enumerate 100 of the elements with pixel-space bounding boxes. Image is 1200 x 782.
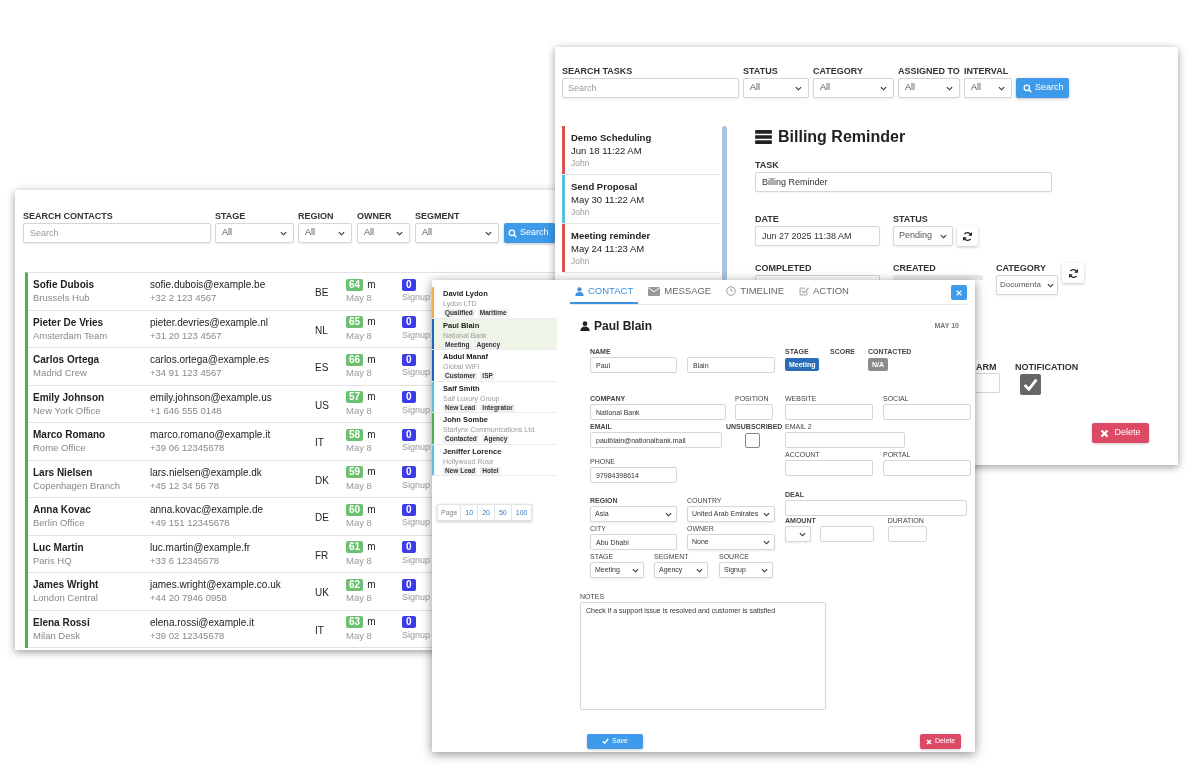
task-item[interactable]: Send Proposal May 30 11:22 AM John <box>562 175 720 224</box>
dropdown[interactable]: All <box>415 223 499 243</box>
tab[interactable]: ACTION <box>794 280 854 304</box>
count-badge: 0 <box>402 316 416 329</box>
contact-name: Lars Nielsen <box>33 465 94 479</box>
dropdown[interactable]: All <box>964 78 1012 98</box>
score-badge: 61 <box>346 541 364 554</box>
chevron-icon <box>940 233 947 239</box>
checkbox[interactable] <box>745 433 760 448</box>
chevron-icon <box>338 230 345 236</box>
dropdown[interactable]: All <box>298 223 352 243</box>
dropdown[interactable]: All <box>813 78 894 98</box>
input-field[interactable] <box>887 526 927 542</box>
tab[interactable]: TIMELINE <box>721 280 790 304</box>
region-code: ES <box>315 362 329 373</box>
input-field[interactable] <box>883 460 971 476</box>
score-unit: m <box>367 616 376 629</box>
delete-button[interactable]: Delete <box>1092 423 1149 443</box>
contact-date: May 8 <box>346 291 373 305</box>
input-field[interactable] <box>883 404 971 420</box>
task-date: May 24 11:23 AM <box>571 242 646 255</box>
input-field[interactable] <box>785 432 905 448</box>
refresh-button[interactable] <box>957 226 978 246</box>
contact-source: Signup <box>402 291 431 305</box>
contact-office: New York Office <box>33 403 102 417</box>
score-unit: m <box>367 503 376 516</box>
field-label: ARM <box>976 362 998 372</box>
contact-office: Copenhagen Branch <box>33 478 122 492</box>
task-assignee: John <box>571 255 591 268</box>
score-badge: 66 <box>346 353 364 366</box>
dropdown[interactable]: All <box>215 223 294 243</box>
contact-email: carlos.ortega@example.es <box>150 353 271 367</box>
field-label: OWNER <box>357 211 393 221</box>
contact-phone: +32 2 123 4567 <box>150 291 218 305</box>
input-field[interactable] <box>819 526 874 542</box>
tab[interactable]: MESSAGE <box>643 280 717 304</box>
input-field[interactable] <box>785 500 967 516</box>
field-label: COMPLETED <box>755 263 813 273</box>
contact-office: Paris HQ <box>33 553 73 567</box>
checkbox[interactable] <box>1020 374 1041 395</box>
refresh-icon <box>962 230 973 242</box>
score-badge: 62 <box>346 578 364 591</box>
dropdown[interactable]: All <box>743 78 809 98</box>
tab[interactable]: CONTACT <box>570 280 639 304</box>
chevron-icon <box>763 539 770 545</box>
contact-email: lars.nielsen@example.dk <box>150 465 263 479</box>
envelope-icon <box>648 286 661 296</box>
field-label: ASSIGNED TO <box>898 66 960 76</box>
scrollbar[interactable] <box>722 126 727 280</box>
contact-source: Signup <box>402 328 431 342</box>
score-unit: m <box>367 466 376 479</box>
contact-name: Luc Martin <box>33 540 85 554</box>
score-unit: m <box>367 391 376 404</box>
contact-office: Brussels Hub <box>33 291 91 305</box>
contact-phone: +31 20 123 4567 <box>150 328 223 342</box>
close-button[interactable] <box>951 285 967 300</box>
refresh-button[interactable] <box>1062 263 1084 283</box>
search-field[interactable]: Search <box>562 78 739 98</box>
dropdown[interactable]: Documenta <box>996 275 1058 295</box>
contact-email: emily.johnson@example.us <box>150 390 273 404</box>
region-code: DK <box>315 474 329 486</box>
input-field[interactable] <box>735 404 773 420</box>
task-item[interactable]: Demo Scheduling Jun 18 11:22 AM John <box>562 126 720 175</box>
score-badge: 64 <box>346 278 364 291</box>
task-item[interactable]: Meeting reminder May 24 11:23 AM John <box>562 224 720 273</box>
dropdown[interactable] <box>785 526 811 542</box>
contact-date: May 8 <box>346 553 373 567</box>
input-field[interactable] <box>976 373 1000 393</box>
contact-office: Milan Desk <box>33 628 81 642</box>
contact-date: May 8 <box>346 328 373 342</box>
contact-phone: +39 06 12345678 <box>150 441 226 455</box>
check-icon <box>1023 378 1038 391</box>
chevron-icon <box>998 85 1005 91</box>
dropdown[interactable]: All <box>898 78 960 98</box>
contact-source: Signup <box>402 516 431 530</box>
search-icon <box>1023 83 1032 93</box>
contact-phone: +33 6 12345678 <box>150 553 220 567</box>
check-icon <box>602 738 609 745</box>
input-field[interactable]: Jun 27 2025 11:38 AM <box>755 226 880 246</box>
input-field[interactable] <box>785 404 873 420</box>
contact-heading: Paul Blain <box>594 318 652 335</box>
contact-email: sofie.dubois@example.be <box>150 278 267 292</box>
list-icon <box>755 130 772 144</box>
field-label: STATUS <box>893 214 929 224</box>
search-field[interactable]: Search <box>23 223 211 243</box>
task-title: Demo Scheduling <box>571 131 652 144</box>
field-label: STATUS <box>743 66 779 76</box>
score-unit: m <box>367 578 376 591</box>
contact-date: May 8 <box>346 366 373 380</box>
contact-name: Sofie Dubois <box>33 278 96 292</box>
input-field[interactable] <box>785 460 873 476</box>
region-code: BE <box>315 287 329 298</box>
contact-office: Berlin Office <box>33 516 86 530</box>
dropdown[interactable]: All <box>357 223 410 243</box>
input-field[interactable]: Billing Reminder <box>755 172 1052 192</box>
task-assignee: John <box>571 206 591 219</box>
dropdown[interactable]: Pending <box>893 226 953 246</box>
region-code: DE <box>315 512 329 523</box>
count-badge: 0 <box>402 428 416 441</box>
field-label: NOTIFICATION <box>1015 362 1079 372</box>
